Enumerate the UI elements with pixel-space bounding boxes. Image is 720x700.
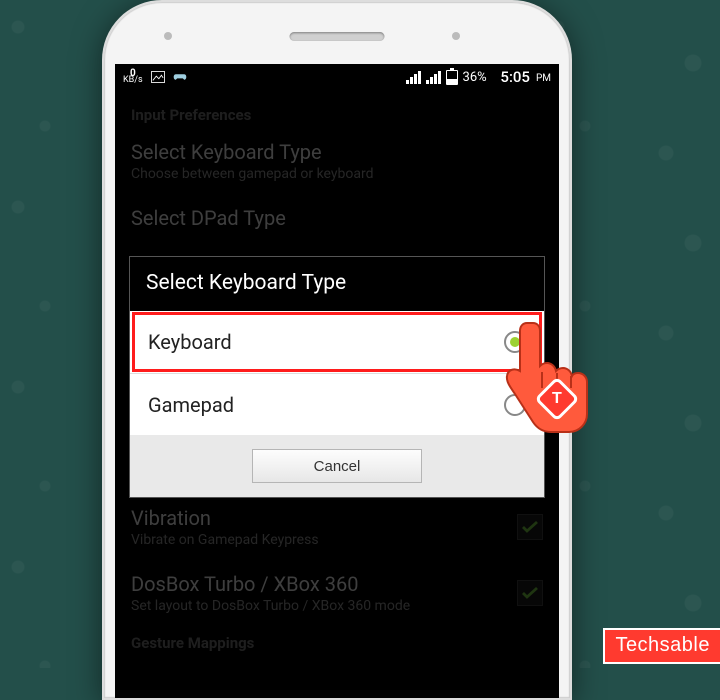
kbs-unit: KB/s: [123, 77, 143, 84]
network-speed-indicator: 0 KB/s: [123, 70, 143, 84]
option-gamepad[interactable]: Gamepad: [130, 373, 544, 435]
gamepad-icon: [173, 71, 187, 83]
watermark-techsable: Techsable: [603, 628, 720, 664]
setting-title: Select DPad Type: [131, 206, 543, 230]
camera-dot: [452, 32, 460, 40]
checkbox-checked-icon[interactable]: [517, 514, 543, 540]
phone-screen: 0 KB/s 36% 5:05 PM: [115, 64, 559, 698]
setting-subtitle: Choose between gamepad or keyboard: [131, 166, 543, 182]
radio-unselected-icon[interactable]: [504, 394, 526, 416]
phone-top-bezel: [104, 2, 570, 64]
setting-subtitle: Set layout to DosBox Turbo / XBox 360 mo…: [131, 598, 517, 614]
signal-icon-2: [426, 71, 441, 84]
dialog-title: Select Keyboard Type: [130, 257, 544, 311]
battery-percent: 36%: [463, 70, 487, 85]
option-keyboard[interactable]: Keyboard: [130, 311, 544, 373]
setting-subtitle: Vibrate on Gamepad Keypress: [131, 532, 517, 548]
status-bar: 0 KB/s 36% 5:05 PM: [115, 64, 559, 90]
phone-speaker: [290, 32, 385, 41]
radio-selected-icon[interactable]: [504, 331, 526, 353]
setting-keyboard-type[interactable]: Select Keyboard Type Choose between game…: [115, 128, 559, 194]
clock-time: 5:05: [500, 68, 530, 86]
sensor-dot: [164, 32, 172, 40]
dialog-options: Keyboard Gamepad: [130, 311, 544, 435]
setting-title: Select Keyboard Type: [131, 140, 543, 164]
setting-vibration[interactable]: Vibration Vibrate on Gamepad Keypress: [115, 494, 559, 560]
clock-period: PM: [536, 73, 551, 84]
option-label: Keyboard: [148, 330, 504, 354]
checkbox-checked-icon[interactable]: [517, 580, 543, 606]
setting-title: DosBox Turbo / XBox 360: [131, 572, 517, 596]
picture-icon: [151, 71, 165, 83]
signal-icon: [406, 71, 421, 84]
battery-icon: [446, 70, 458, 85]
cancel-button[interactable]: Cancel: [252, 449, 422, 483]
section-header-gesture: Gesture Mappings: [115, 626, 559, 656]
setting-dpad-type[interactable]: Select DPad Type: [115, 194, 559, 232]
section-header-input-prefs: Input Preferences: [115, 90, 559, 128]
setting-title: Vibration: [131, 506, 517, 530]
setting-dosbox[interactable]: DosBox Turbo / XBox 360 Set layout to Do…: [115, 560, 559, 626]
phone-frame: 0 KB/s 36% 5:05 PM: [102, 0, 572, 700]
select-keyboard-dialog: Select Keyboard Type Keyboard Gamepad Ca…: [129, 256, 545, 498]
option-label: Gamepad: [148, 393, 504, 417]
dialog-footer: Cancel: [130, 435, 544, 497]
